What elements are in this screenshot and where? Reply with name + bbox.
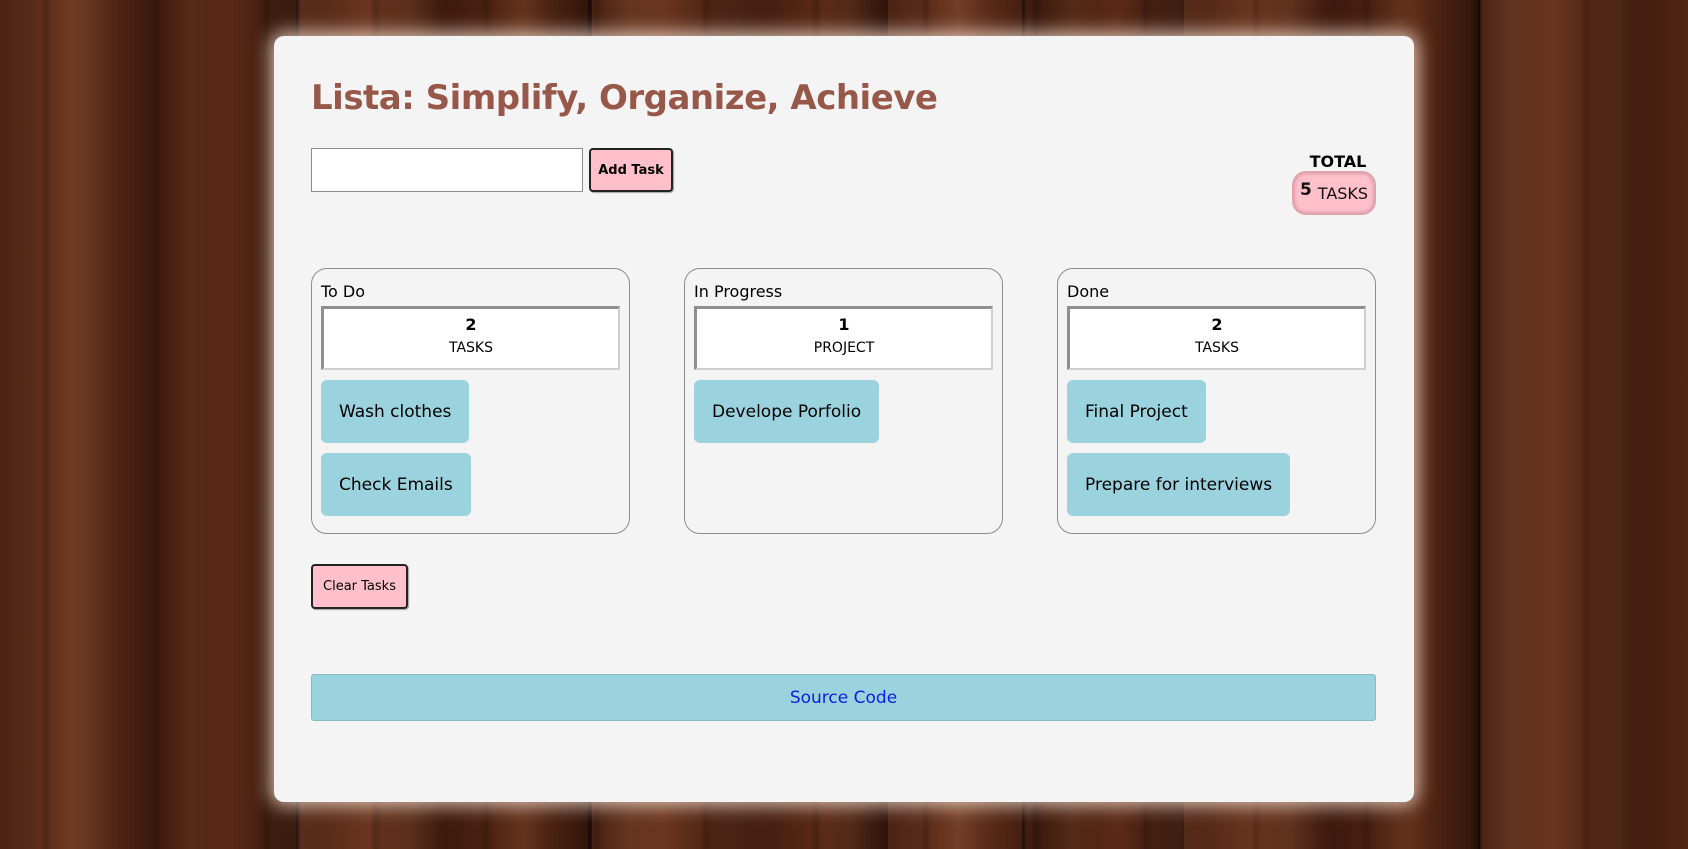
task-card[interactable]: Check Emails [321, 453, 471, 516]
column-title: To Do [321, 282, 366, 301]
column-in-progress[interactable]: In Progress 1 PROJECT Develope Porfolio [684, 268, 1003, 534]
task-card[interactable]: Wash clothes [321, 380, 470, 443]
column-count-box: 2 TASKS [1067, 306, 1366, 370]
app-panel: Lista: Simplify, Organize, Achieve Add T… [274, 36, 1414, 802]
add-task-button[interactable]: Add Task [589, 148, 673, 192]
column-count-unit: PROJECT [813, 340, 875, 356]
column-count: 1 [838, 315, 850, 334]
total-unit: TASKS [1317, 183, 1369, 203]
column-count-unit: TASKS [449, 340, 493, 356]
task-input[interactable] [311, 148, 583, 192]
task-card[interactable]: Prepare for interviews [1067, 453, 1291, 516]
column-count-unit: TASKS [1195, 340, 1239, 356]
column-count-box: 2 TASKS [321, 306, 620, 370]
column-title: Done [1067, 282, 1110, 301]
page-title: Lista: Simplify, Organize, Achieve [311, 78, 938, 118]
task-list: Final Project Prepare for interviews [1067, 380, 1291, 516]
source-code-link[interactable]: Source Code [311, 674, 1376, 721]
task-card[interactable]: Final Project [1067, 380, 1206, 443]
task-list: Wash clothes Check Emails [321, 380, 471, 516]
total-label: TOTAL [1309, 152, 1367, 171]
task-card[interactable]: Develope Porfolio [694, 380, 880, 443]
task-list: Develope Porfolio [694, 380, 880, 443]
column-title: In Progress [694, 282, 783, 301]
column-count: 2 [465, 315, 477, 334]
column-done[interactable]: Done 2 TASKS Final Project Prepare for i… [1057, 268, 1376, 534]
total-badge: 5 TASKS [1292, 171, 1376, 215]
total-count: 5 [1299, 180, 1312, 200]
column-count-box: 1 PROJECT [694, 306, 993, 370]
column-count: 2 [1211, 315, 1223, 334]
clear-tasks-button[interactable]: Clear Tasks [311, 564, 408, 609]
column-to-do[interactable]: To Do 2 TASKS Wash clothes Check Emails [311, 268, 630, 534]
wood-plank-seam [1478, 0, 1482, 849]
